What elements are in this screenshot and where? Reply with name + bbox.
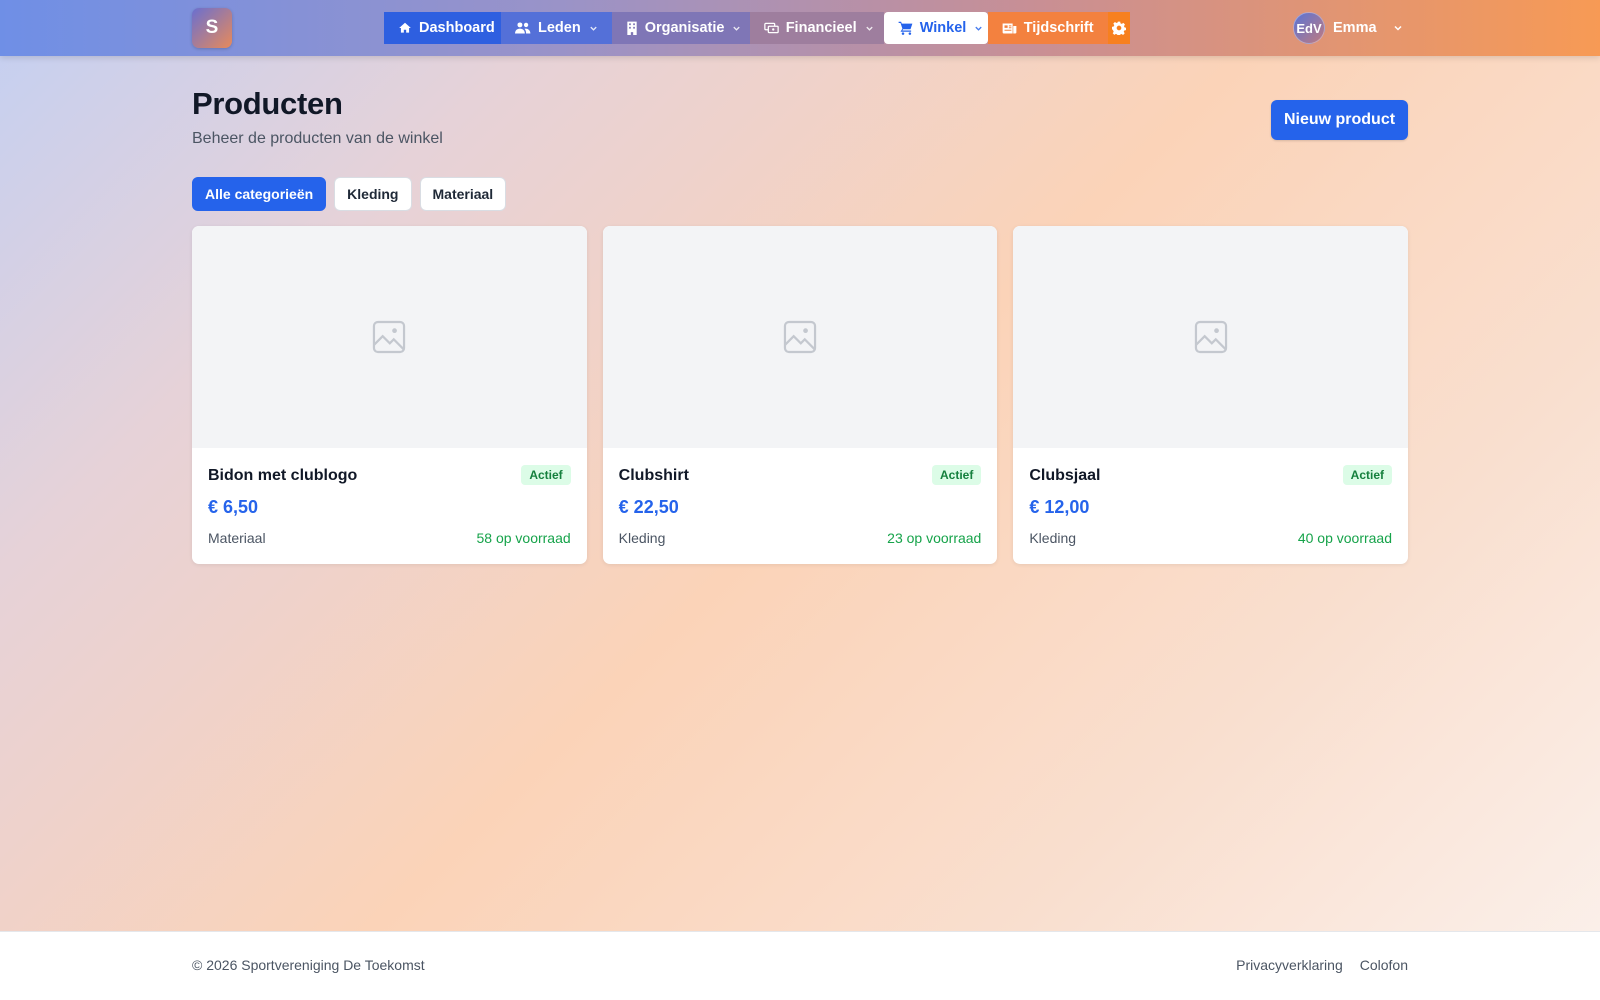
- chevron-down-icon: [975, 26, 982, 31]
- app-logo[interactable]: S: [192, 8, 232, 48]
- product-image: [192, 226, 587, 448]
- chevron-down-icon: [733, 26, 741, 31]
- footer-link-privacy[interactable]: Privacyverklaring: [1236, 957, 1343, 973]
- page-title: Producten: [192, 86, 343, 121]
- nav-item-organisatie[interactable]: Organisatie: [611, 12, 750, 44]
- product-card-body: Bidon met clublogo Actief € 6,50 Materia…: [192, 448, 587, 564]
- money-icon: [763, 22, 779, 34]
- nav-item-label: Winkel: [919, 20, 967, 36]
- footer-links: Privacyverklaring Colofon: [1236, 957, 1408, 973]
- status-badge: Actief: [932, 465, 982, 485]
- user-name: Emma: [1333, 20, 1377, 36]
- product-card[interactable]: Clubsjaal Actief € 12,00 Kleding 40 op v…: [1013, 226, 1409, 564]
- image-placeholder-icon: [783, 320, 817, 354]
- product-card-body: Clubshirt Actief € 22,50 Kleding 23 op v…: [603, 448, 998, 564]
- nav-item-label: Tijdschrift: [1023, 20, 1094, 36]
- product-category: Kleding: [1029, 530, 1077, 546]
- category-filters: Alle categorieën Kleding Materiaal: [192, 177, 507, 211]
- building-icon: [627, 21, 637, 35]
- main-nav: Dashboard Leden Organisatie Financieel W…: [384, 12, 1130, 44]
- user-menu[interactable]: EdV Emma: [1293, 12, 1403, 44]
- product-stock: 40 op voorraad: [1297, 530, 1393, 546]
- new-product-button[interactable]: Nieuw product: [1271, 100, 1408, 140]
- product-category: Materiaal: [208, 530, 266, 546]
- nav-item-label: Organisatie: [644, 20, 725, 36]
- chevron-down-icon: [590, 26, 597, 31]
- nav-item-label: Financieel: [785, 20, 857, 36]
- nav-item-tijdschrift[interactable]: Tijdschrift: [987, 12, 1108, 44]
- product-card-body: Clubsjaal Actief € 12,00 Kleding 40 op v…: [1013, 448, 1408, 564]
- nav-item-leden[interactable]: Leden: [501, 12, 612, 44]
- product-price: € 22,50: [618, 497, 679, 517]
- chevron-down-icon: [1394, 25, 1402, 31]
- nav-item-financieel[interactable]: Financieel: [749, 12, 884, 44]
- product-image: [602, 226, 998, 448]
- copyright-text: © 2026 Sportvereniging De Toekomst: [192, 957, 425, 973]
- product-name: Bidon met clublogo: [208, 467, 358, 484]
- page-footer: © 2026 Sportvereniging De Toekomst Priva…: [0, 931, 1600, 1000]
- product-stock: 23 op voorraad: [887, 530, 982, 546]
- product-price: € 12,00: [1029, 497, 1090, 517]
- top-navbar: S Dashboard Leden Organisatie Financieel…: [0, 0, 1600, 56]
- settings-button[interactable]: [1107, 12, 1130, 44]
- home-icon: [399, 22, 411, 33]
- product-card[interactable]: Bidon met clublogo Actief € 6,50 Materia…: [192, 226, 587, 564]
- product-category: Kleding: [618, 530, 666, 546]
- product-image: [1013, 226, 1409, 448]
- product-card[interactable]: Clubshirt Actief € 22,50 Kleding 23 op v…: [602, 226, 998, 564]
- image-placeholder-icon: [373, 320, 406, 354]
- filter-all-categories[interactable]: Alle categorieën: [192, 177, 327, 211]
- image-placeholder-icon: [1194, 320, 1227, 354]
- newspaper-icon: [1002, 23, 1017, 33]
- nav-item-label: Dashboard: [419, 20, 495, 36]
- page-subtitle: Beheer de producten van de winkel: [192, 130, 443, 147]
- nav-item-label: Leden: [538, 20, 581, 36]
- filter-kleding[interactable]: Kleding: [334, 177, 412, 211]
- product-name: Clubshirt: [618, 467, 689, 484]
- footer-link-colofon[interactable]: Colofon: [1360, 957, 1408, 973]
- avatar: EdV: [1293, 12, 1325, 44]
- status-badge: Actief: [1342, 465, 1393, 485]
- filter-materiaal[interactable]: Materiaal: [419, 177, 507, 211]
- nav-item-winkel[interactable]: Winkel: [883, 12, 988, 44]
- status-badge: Actief: [521, 465, 571, 485]
- users-icon: [515, 22, 531, 34]
- gear-icon: [1111, 21, 1126, 35]
- product-stock: 58 op voorraad: [476, 530, 571, 546]
- product-name: Clubsjaal: [1029, 467, 1101, 484]
- product-price: € 6,50: [208, 497, 259, 517]
- product-grid: Bidon met clublogo Actief € 6,50 Materia…: [192, 226, 1409, 564]
- cart-icon: [898, 21, 913, 35]
- nav-item-dashboard[interactable]: Dashboard: [384, 12, 501, 44]
- chevron-down-icon: [865, 26, 873, 31]
